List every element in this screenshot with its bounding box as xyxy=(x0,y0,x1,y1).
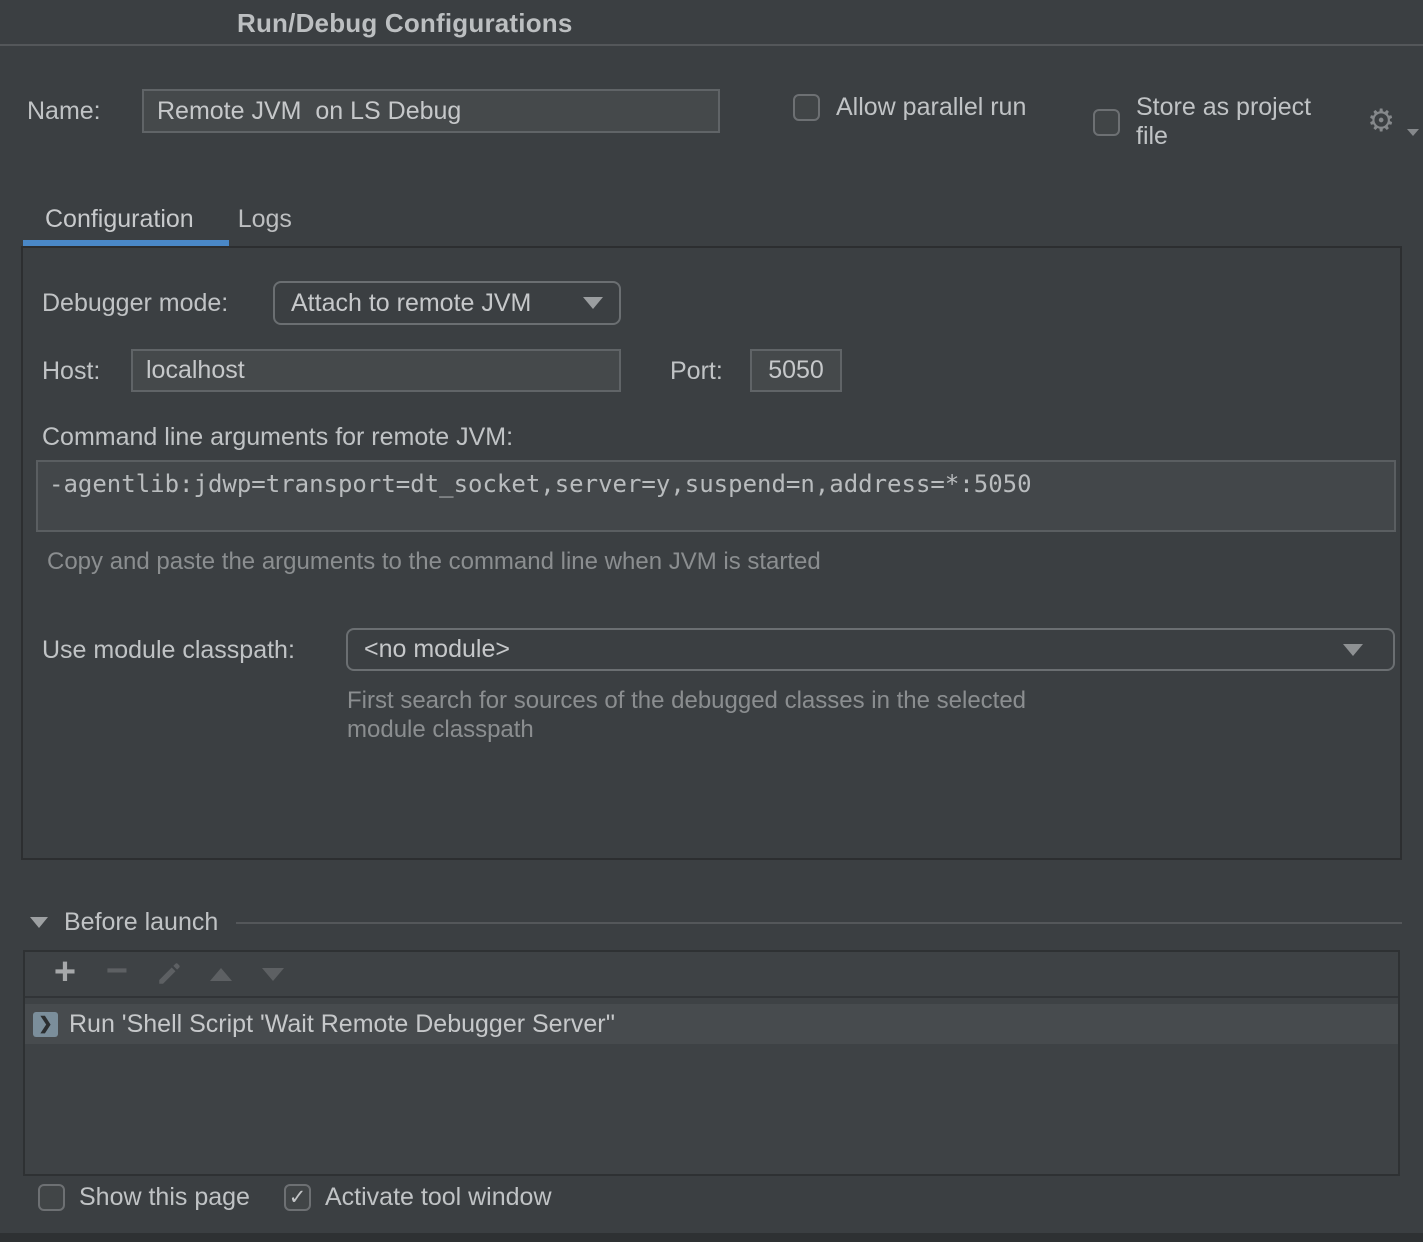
tab-logs[interactable]: Logs xyxy=(216,198,314,240)
before-launch-header: Before launch xyxy=(30,908,1402,937)
add-button[interactable]: + xyxy=(39,954,91,994)
activate-tool-window-label: Activate tool window xyxy=(325,1183,552,1212)
debugger-mode-value: Attach to remote JVM xyxy=(291,289,531,318)
before-launch-task-label: Run 'Shell Script 'Wait Remote Debugger … xyxy=(69,1010,615,1039)
before-launch-task-row[interactable]: ❯ Run 'Shell Script 'Wait Remote Debugge… xyxy=(25,1004,1398,1044)
activate-tool-window-checkbox-row[interactable]: ✓ Activate tool window xyxy=(284,1183,552,1212)
host-input[interactable] xyxy=(131,349,621,392)
command-line-arguments-hint: Copy and paste the arguments to the comm… xyxy=(47,548,821,576)
show-this-page-checkbox[interactable] xyxy=(38,1184,65,1211)
section-divider xyxy=(236,922,1402,924)
before-launch-panel: + − ❯ Run 'Shell Script 'Wait Remote Deb… xyxy=(23,950,1400,1176)
chevron-down-icon xyxy=(583,297,603,309)
remove-button[interactable]: − xyxy=(91,954,143,994)
command-line-arguments-label: Command line arguments for remote JVM: xyxy=(42,423,513,452)
debugger-mode-label-dup: Debugger mode: xyxy=(42,289,228,318)
dialog-title: Run/Debug Configurations xyxy=(237,8,573,39)
store-as-project-file-label: Store as project file xyxy=(1136,93,1345,151)
module-classpath-hint: First search for sources of the debugged… xyxy=(347,686,1027,744)
allow-parallel-run-label: Allow parallel run xyxy=(836,93,1026,122)
module-classpath-select[interactable]: <no module> xyxy=(346,628,1395,671)
module-classpath-value: <no module> xyxy=(364,635,510,664)
before-launch-toolbar: + − xyxy=(25,952,1398,998)
run-task-icon: ❯ xyxy=(33,1012,58,1037)
use-module-classpath-label: Use module classpath: xyxy=(42,636,295,665)
edit-button[interactable] xyxy=(143,954,195,994)
run-debug-configurations-dialog: Run/Debug Configurations Name: Allow par… xyxy=(0,0,1423,1242)
gear-icon[interactable]: ⚙ xyxy=(1367,105,1395,136)
triangle-down-icon xyxy=(262,968,284,981)
store-as-project-file-checkbox[interactable] xyxy=(1093,109,1120,136)
triangle-up-icon xyxy=(210,968,232,981)
name-label: Name: xyxy=(27,97,101,126)
debugger-mode-select[interactable]: Attach to remote JVM xyxy=(273,281,621,325)
allow-parallel-run-checkbox-row[interactable]: Allow parallel run xyxy=(793,93,1026,122)
dialog-bottom-edge xyxy=(0,1233,1423,1242)
store-as-project-file-checkbox-row[interactable]: Store as project file ⚙ xyxy=(1093,93,1423,151)
host-label: Host: xyxy=(42,357,100,386)
tab-bar: Configuration Logs xyxy=(23,198,314,240)
port-label: Port: xyxy=(670,357,723,386)
collapse-triangle-icon[interactable] xyxy=(30,917,48,928)
name-input[interactable] xyxy=(142,89,720,133)
pencil-icon xyxy=(156,961,182,987)
before-launch-title: Before launch xyxy=(64,908,218,937)
minus-icon: − xyxy=(106,952,128,990)
activate-tool-window-checkbox[interactable]: ✓ xyxy=(284,1184,311,1211)
move-down-button[interactable] xyxy=(247,954,299,994)
show-this-page-label: Show this page xyxy=(79,1183,250,1212)
chevron-down-icon xyxy=(1343,644,1363,656)
move-up-button[interactable] xyxy=(195,954,247,994)
show-this-page-checkbox-row[interactable]: Show this page xyxy=(38,1183,250,1212)
dialog-titlebar: Run/Debug Configurations xyxy=(0,0,1423,46)
command-line-arguments-textarea[interactable]: -agentlib:jdwp=transport=dt_socket,serve… xyxy=(36,460,1396,532)
allow-parallel-run-checkbox[interactable] xyxy=(793,94,820,121)
configuration-panel: Debugger mode: Attach to remote JVM Debu… xyxy=(21,246,1402,860)
tab-configuration[interactable]: Configuration xyxy=(23,198,216,240)
plus-icon: + xyxy=(54,953,76,991)
gear-dropdown-arrow-icon xyxy=(1407,129,1419,136)
port-input[interactable] xyxy=(750,349,842,392)
